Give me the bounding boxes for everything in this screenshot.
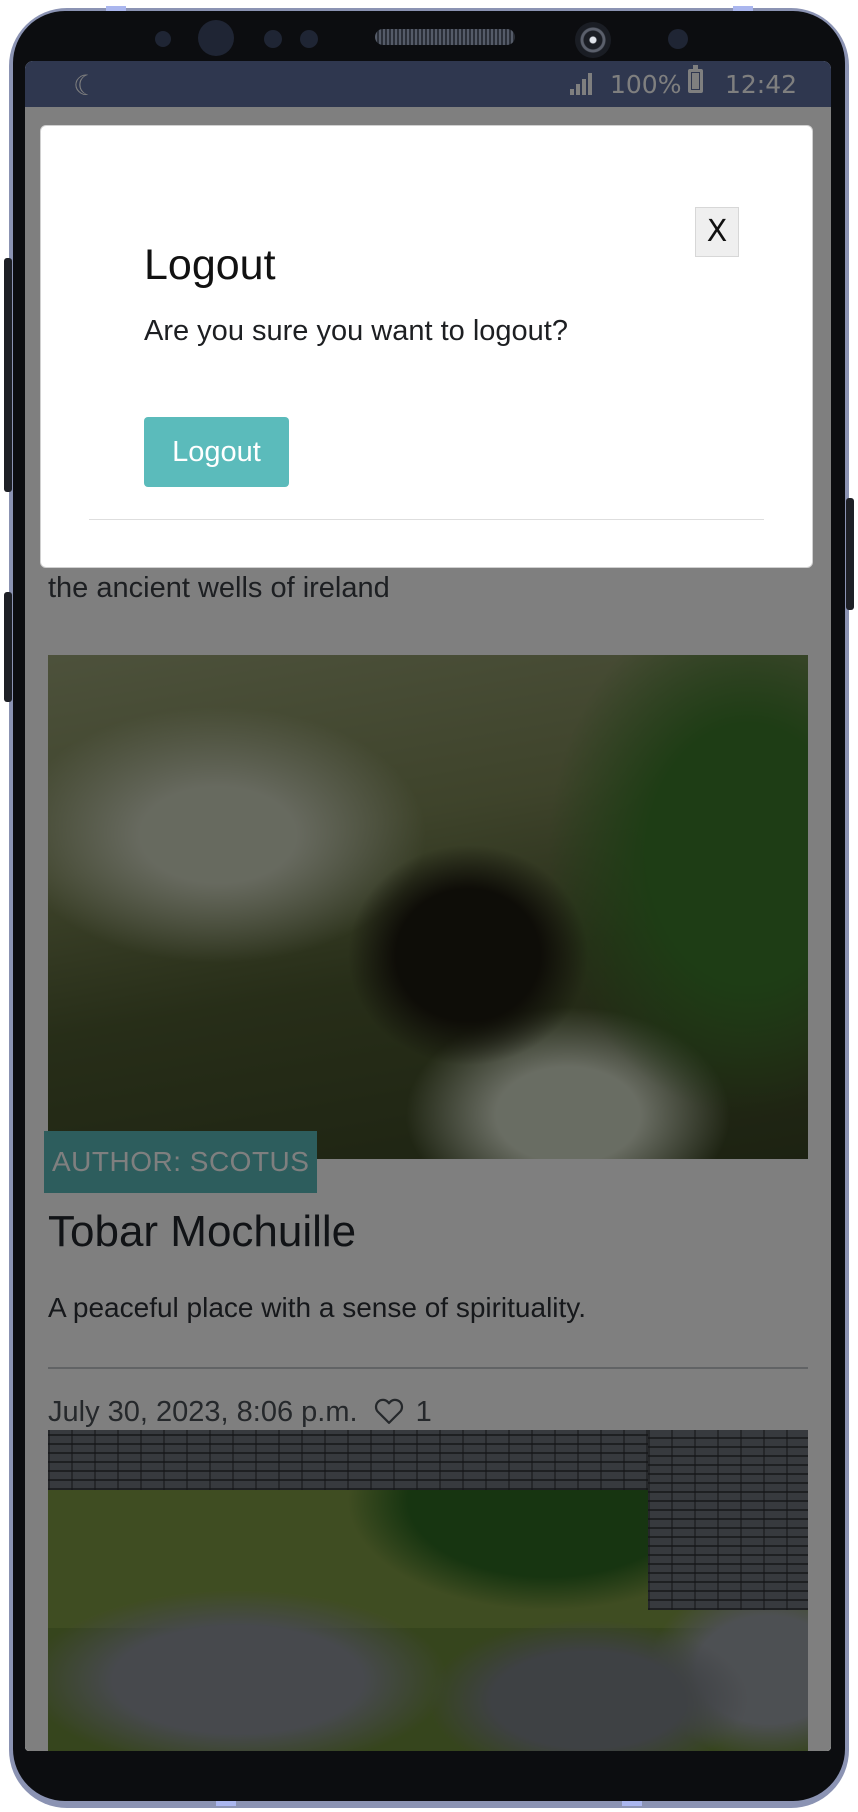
- earpiece-speaker: [375, 29, 515, 45]
- power-button: [846, 498, 854, 610]
- front-camera-icon: [198, 20, 234, 56]
- sensor-dot: [264, 30, 282, 48]
- sensor-dot: [155, 31, 171, 47]
- logout-modal: X Logout Are you sure you want to logout…: [40, 125, 813, 568]
- logout-button[interactable]: Logout: [144, 417, 289, 487]
- sensor-dot: [300, 30, 318, 48]
- phone-screen: ☾ 100% 12:42 the ancient wells of irelan…: [25, 61, 831, 1751]
- bixby-button: [4, 592, 12, 702]
- sensor-dot: [668, 29, 688, 49]
- modal-message: Are you sure you want to logout?: [144, 315, 568, 347]
- close-icon[interactable]: X: [695, 207, 739, 257]
- volume-button: [4, 258, 12, 492]
- modal-divider: [89, 519, 764, 520]
- camera-lens-icon: [575, 22, 611, 58]
- modal-title: Logout: [144, 241, 276, 289]
